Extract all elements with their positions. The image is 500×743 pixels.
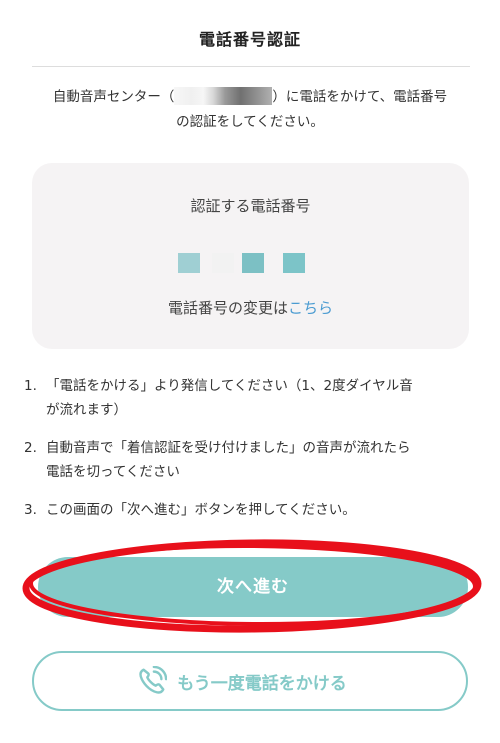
step-number: 3. xyxy=(24,502,37,518)
masked-center-number xyxy=(174,87,273,105)
change-number-text: 電話番号の変更は xyxy=(167,299,288,317)
next-button[interactable]: 次へ進む xyxy=(38,557,468,617)
change-number-link[interactable]: こちら xyxy=(288,299,333,317)
masked-phone-number xyxy=(178,253,308,273)
title-divider xyxy=(32,66,470,67)
change-number-line: 電話番号の変更はこちら xyxy=(32,297,469,318)
step-text: 自動音声で「着信認証を受け付けました」の音声が流れたら xyxy=(46,440,411,456)
card-title: 認証する電話番号 xyxy=(190,197,311,215)
step-text: 「電話をかける」より発信してください（1、2度ダイヤル音 xyxy=(46,378,413,394)
instruction-steps: 1. 「電話をかける」より発信してください（1、2度ダイヤル音 が流れます） 2… xyxy=(24,374,474,536)
step-text: この画面の「次へ進む」ボタンを押してください。 xyxy=(46,502,356,518)
masked-block-1 xyxy=(178,253,200,273)
intro-suffix: ）に電話をかけて、電話番号 xyxy=(272,89,448,105)
step-text-cont: 電話を切ってください xyxy=(46,464,180,480)
intro-prefix: 自動音声センター（ xyxy=(52,89,175,105)
phone-ringing-icon xyxy=(139,666,168,694)
step-item-3: 3. この画面の「次へ進む」ボタンを押してください。 xyxy=(24,498,474,522)
intro-text: 自動音声センター（ ）に電話をかけて、電話番号 の認証をしてください。 xyxy=(30,85,470,135)
call-again-button[interactable]: もう一度電話をかける xyxy=(32,651,468,711)
step-text-cont: が流れます） xyxy=(46,402,127,418)
masked-block-4 xyxy=(283,253,305,273)
intro-line2: の認証をしてください。 xyxy=(176,114,324,130)
step-item-2: 2. 自動音声で「着信認証を受け付けました」の音声が流れたら 電話を切ってくださ… xyxy=(24,436,474,484)
verify-number-card: 認証する電話番号 電話番号の変更はこちら xyxy=(32,163,469,349)
masked-block-2 xyxy=(212,253,234,273)
page-title: 電話番号認証 xyxy=(198,30,301,49)
step-item-1: 1. 「電話をかける」より発信してください（1、2度ダイヤル音 が流れます） xyxy=(24,374,474,422)
step-number: 2. xyxy=(24,440,37,456)
call-again-label: もう一度電話をかける xyxy=(177,673,347,694)
masked-block-3 xyxy=(242,253,264,273)
step-number: 1. xyxy=(24,378,37,394)
